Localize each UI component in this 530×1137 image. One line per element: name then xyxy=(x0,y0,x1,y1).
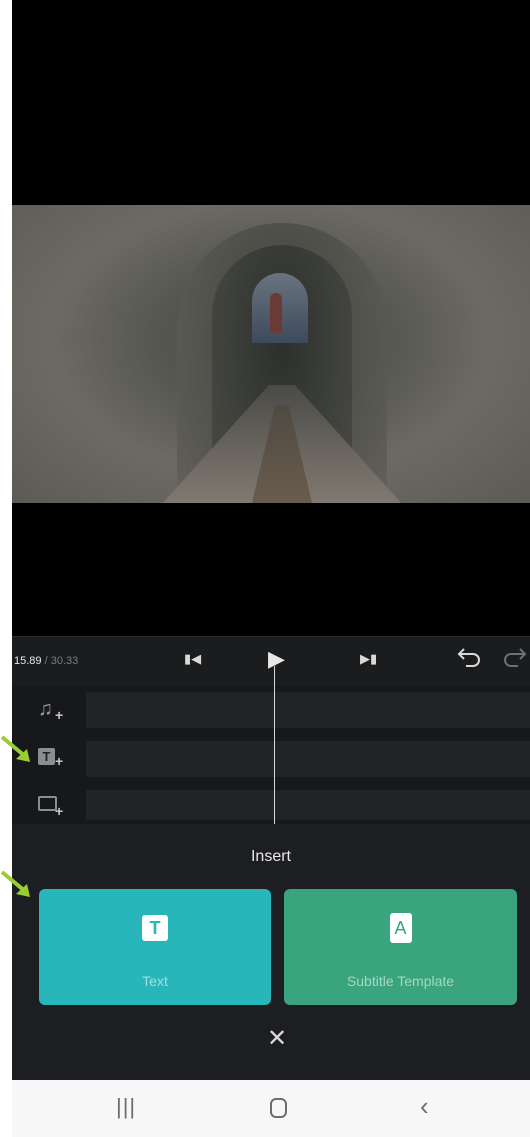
skip-to-end-icon[interactable]: ▶▮ xyxy=(360,651,377,667)
insert-text-button[interactable]: T Text xyxy=(39,889,271,1005)
undo-icon[interactable] xyxy=(456,645,482,673)
add-text-icon[interactable]: T + xyxy=(38,744,64,770)
subtitle-template-icon: A xyxy=(389,913,412,943)
phone-screen: 15.89 / 30.33 ▮◀ ▶ ▶▮ ♫ + T + + Insert T T… xyxy=(12,0,530,1137)
home-icon[interactable] xyxy=(270,1098,287,1118)
recent-apps-icon[interactable]: ||| xyxy=(116,1094,136,1120)
annotation-arrow-icon xyxy=(0,735,30,762)
video-frame-tunnel xyxy=(12,205,530,503)
insert-text-label: Text xyxy=(142,973,168,989)
add-music-icon[interactable]: ♫ + xyxy=(38,698,64,724)
overlay-track[interactable] xyxy=(86,790,530,820)
annotation-arrow-icon xyxy=(0,870,30,897)
insert-subtitle-template-button[interactable]: A Subtitle Template xyxy=(284,889,517,1005)
sheet-title: Insert xyxy=(250,848,291,865)
text-icon: T xyxy=(142,915,168,941)
time-readout: 15.89 / 30.33 xyxy=(14,655,78,667)
skip-to-start-icon[interactable]: ▮◀ xyxy=(184,651,201,667)
current-time: 15.89 xyxy=(14,655,42,667)
redo-icon[interactable] xyxy=(502,645,528,673)
playhead[interactable] xyxy=(274,666,275,824)
android-nav-bar: ||| ‹ xyxy=(12,1080,530,1137)
playback-controls: 15.89 / 30.33 ▮◀ ▶ ▶▮ xyxy=(12,636,530,686)
total-time: 30.33 xyxy=(50,655,79,667)
back-icon[interactable]: ‹ xyxy=(420,1091,429,1122)
time-separator: / xyxy=(41,655,51,667)
insert-sheet: Insert T Text A Subtitle Template ✕ xyxy=(12,824,530,1080)
timeline-tracks: ♫ + T + + xyxy=(12,686,530,824)
insert-subtitle-template-label: Subtitle Template xyxy=(346,973,455,989)
close-icon[interactable]: ✕ xyxy=(262,1024,292,1053)
text-track[interactable] xyxy=(86,741,530,777)
play-icon[interactable]: ▶ xyxy=(268,646,285,672)
add-overlay-icon[interactable]: + xyxy=(38,794,64,820)
music-track[interactable] xyxy=(86,692,530,728)
video-preview[interactable] xyxy=(12,0,530,636)
